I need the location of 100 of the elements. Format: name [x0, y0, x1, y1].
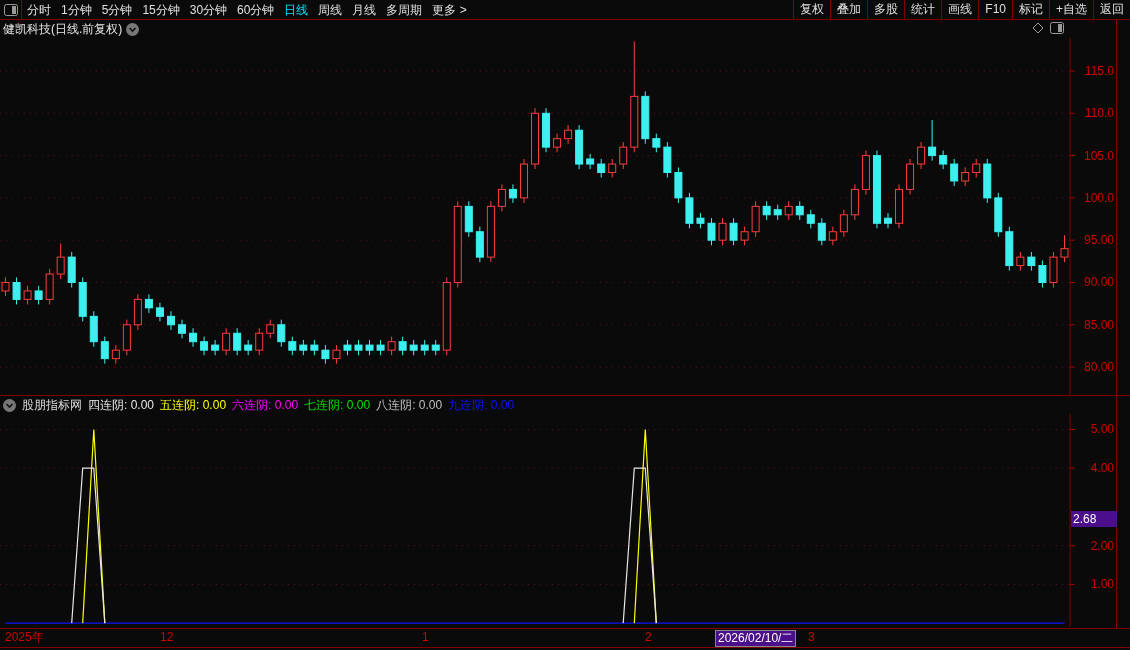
date-axis-label: 2025年: [5, 630, 44, 645]
candle: [597, 158, 606, 179]
period-tab[interactable]: 5分钟: [96, 0, 138, 19]
legend-value: : 0.00: [412, 397, 443, 414]
axis-label: 100.0: [1083, 190, 1114, 205]
period-tab[interactable]: 60分钟: [232, 0, 280, 19]
candle: [23, 285, 32, 305]
candle: [1027, 251, 1036, 272]
period-tab[interactable]: 30分钟: [184, 0, 233, 19]
candle: [939, 150, 948, 170]
period-tab[interactable]: 周线: [313, 0, 348, 19]
candle: [784, 200, 793, 221]
toolbar-button[interactable]: 统计: [904, 0, 942, 20]
candle: [707, 217, 716, 246]
legend-label: 五连阴: [160, 397, 197, 414]
stock-title: 健凯科技(日线.前复权): [3, 21, 123, 38]
candle: [200, 336, 209, 356]
toolbar-button[interactable]: +自选: [1049, 0, 1093, 20]
candle: [144, 293, 153, 314]
axis-label: 80.00: [1083, 360, 1114, 375]
period-tab[interactable]: 1分钟: [56, 0, 97, 19]
candle: [906, 158, 915, 195]
period-tab[interactable]: 日线: [279, 0, 314, 19]
candle: [553, 133, 562, 153]
candle: [983, 158, 992, 204]
candle: [641, 90, 650, 145]
candle: [564, 124, 573, 145]
toolbar-button[interactable]: 标记: [1012, 0, 1049, 20]
candle: [685, 192, 694, 229]
legend-value: : 0.00: [124, 397, 155, 414]
indicator-name: 股朋指标网: [22, 397, 82, 414]
candle: [718, 217, 727, 246]
candle: [398, 336, 407, 356]
period-tab[interactable]: 分时: [22, 0, 56, 19]
legend-label: 七连阴: [304, 397, 341, 414]
candle: [211, 339, 220, 356]
candle: [12, 276, 21, 305]
toolbar-button[interactable]: 画线: [941, 0, 979, 20]
legend-value: : 0.00: [268, 397, 299, 414]
toolbar-button[interactable]: F10: [978, 0, 1012, 20]
candle: [56, 243, 65, 280]
candle: [266, 319, 275, 339]
legend-label: 九连阴: [448, 397, 485, 414]
toolbar-button[interactable]: 返回: [1093, 0, 1130, 20]
candle: [950, 158, 959, 187]
axis-label: 110.0: [1084, 106, 1114, 121]
candle: [133, 293, 142, 331]
candle: [464, 200, 473, 238]
legend-label: 四连阴: [88, 397, 124, 414]
candle: [895, 183, 903, 229]
candle: [817, 217, 826, 246]
candle: [244, 339, 253, 356]
candle: [884, 212, 892, 229]
candle: [861, 150, 870, 195]
candle: [928, 119, 937, 162]
chevron-down-icon[interactable]: [3, 398, 16, 412]
date-axis-label: 2: [645, 630, 652, 645]
toolbar-button[interactable]: 复权: [793, 0, 831, 20]
chevron-down-icon[interactable]: [126, 22, 140, 36]
period-tab[interactable]: 月线: [347, 0, 382, 19]
candle: [420, 339, 429, 356]
axis-label: 1.00: [1090, 577, 1114, 592]
candle: [586, 153, 595, 170]
candle: [1049, 251, 1058, 289]
legend-value: : 0.00: [196, 397, 227, 414]
candle: [1060, 234, 1069, 263]
candle: [608, 158, 617, 179]
candle: [155, 302, 164, 322]
candle: [431, 339, 440, 356]
legend-label: 八连阴: [376, 397, 413, 414]
diamond-icon[interactable]: [1032, 22, 1044, 34]
panel-toggle-icon[interactable]: [1050, 22, 1064, 34]
toolbar-button[interactable]: 多股: [867, 0, 905, 20]
candle: [321, 344, 330, 365]
candle: [531, 107, 539, 170]
candle: [45, 268, 54, 305]
candle: [519, 158, 528, 204]
candle: [1005, 226, 1014, 272]
candle: [299, 339, 308, 356]
candle: [343, 339, 352, 356]
cursor-value-label: 2.68: [1071, 511, 1117, 528]
axis-label: 90.00: [1083, 275, 1114, 290]
axis-label: 2.00: [1090, 538, 1114, 553]
candle: [354, 339, 363, 356]
candle: [961, 166, 970, 187]
candle: [67, 251, 76, 289]
toolbar-button[interactable]: 叠加: [830, 0, 868, 20]
candle: [78, 276, 87, 322]
candle: [652, 133, 661, 153]
axis-label: 115.0: [1084, 64, 1114, 78]
candle: [740, 226, 749, 246]
period-tab[interactable]: 多周期: [381, 0, 428, 19]
cursor-date-label: 2026/02/10/二: [715, 630, 797, 647]
period-tab[interactable]: 15分钟: [137, 0, 185, 19]
more-button[interactable]: 更多 >: [427, 0, 472, 19]
candle: [122, 319, 131, 356]
candle: [806, 209, 815, 229]
axis-label: 95.00: [1083, 233, 1114, 248]
axis-label: 105.0: [1083, 148, 1114, 163]
candle: [189, 327, 198, 348]
